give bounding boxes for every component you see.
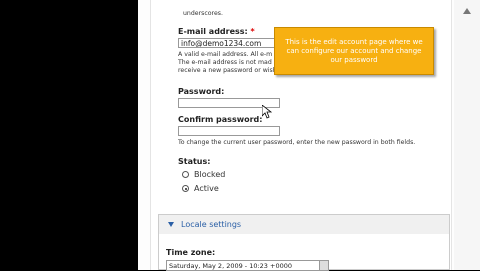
password-label: Password:: [178, 87, 225, 96]
scroll-arrow-icon[interactable]: [463, 8, 471, 14]
required-marker: *: [250, 27, 255, 36]
status-option-blocked[interactable]: Blocked: [182, 170, 262, 180]
scrollbar[interactable]: [454, 0, 480, 270]
email-label-text: E-mail address:: [178, 27, 248, 36]
time-zone-select[interactable]: Saturday, May 2, 2009 - 10:23 +0000: [166, 260, 329, 271]
collapse-triangle-icon[interactable]: [168, 222, 174, 228]
status-label: Status:: [178, 157, 211, 166]
tutorial-callout: This is the edit account page where we c…: [274, 27, 434, 75]
email-description-line-2: The e-mail address is not mad: [178, 59, 272, 66]
locale-settings-toggle[interactable]: Locale settings: [181, 220, 241, 229]
radio-button-icon[interactable]: [182, 185, 189, 192]
radio-button-icon[interactable]: [182, 171, 189, 178]
status-option-active[interactable]: Active: [182, 184, 262, 194]
confirm-password-label: Confirm password:: [178, 115, 263, 124]
confirm-password-field[interactable]: [178, 126, 280, 136]
status-option-label: Active: [194, 184, 219, 193]
locale-settings-fieldset: Locale settings Time zone: Saturday, May…: [158, 214, 450, 271]
time-zone-value: Saturday, May 2, 2009 - 10:23 +0000: [169, 262, 293, 270]
time-zone-label: Time zone:: [166, 248, 216, 257]
email-label: E-mail address: *: [178, 27, 255, 36]
mouse-pointer-icon: [262, 105, 272, 119]
email-field[interactable]: [178, 38, 288, 48]
password-description: To change the current user password, ent…: [178, 139, 416, 146]
status-option-label: Blocked: [194, 170, 226, 179]
email-description-line-3: receive a new password or wish: [178, 67, 277, 74]
locale-settings-header[interactable]: Locale settings: [159, 215, 449, 234]
username-help-text-tail: underscores.: [183, 10, 223, 17]
email-description-line-1: A valid e-mail address. All e-m: [178, 51, 273, 58]
